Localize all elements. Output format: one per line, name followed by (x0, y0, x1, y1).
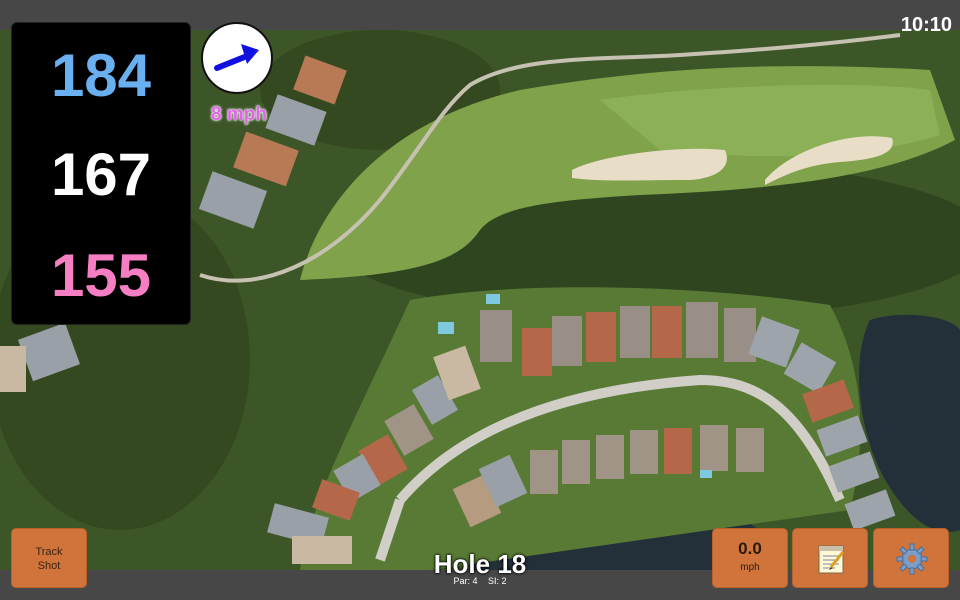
track-shot-label-line1: Track (35, 546, 63, 558)
gear-icon (896, 543, 928, 575)
back-distance: 184 (50, 42, 152, 109)
speed-unit: mph (740, 562, 760, 573)
front-distance: 155 (50, 242, 152, 309)
hole-info: Par: 4 SI: 2 (380, 576, 580, 586)
track-shot-label-line2: Shot (37, 560, 61, 572)
hole-par: Par: 4 (453, 576, 478, 586)
wind-speed: 8 mph (211, 104, 267, 125)
distance-panel: 184 167 155 (11, 22, 191, 325)
hole-stroke-index: SI: 2 (488, 576, 507, 586)
arrow-right-up-icon (214, 44, 259, 71)
middle-distance: 167 (50, 141, 152, 208)
wind-indicator (201, 22, 273, 94)
notepad-icon (818, 545, 845, 574)
track-shot-button[interactable]: Track Shot (11, 528, 87, 588)
notes-button[interactable] (792, 528, 868, 588)
speed-button[interactable]: 0.0 mph (712, 528, 788, 588)
speed-value: 0.0 (738, 539, 762, 558)
settings-button[interactable] (873, 528, 949, 588)
clock: 10:10 (900, 14, 952, 36)
